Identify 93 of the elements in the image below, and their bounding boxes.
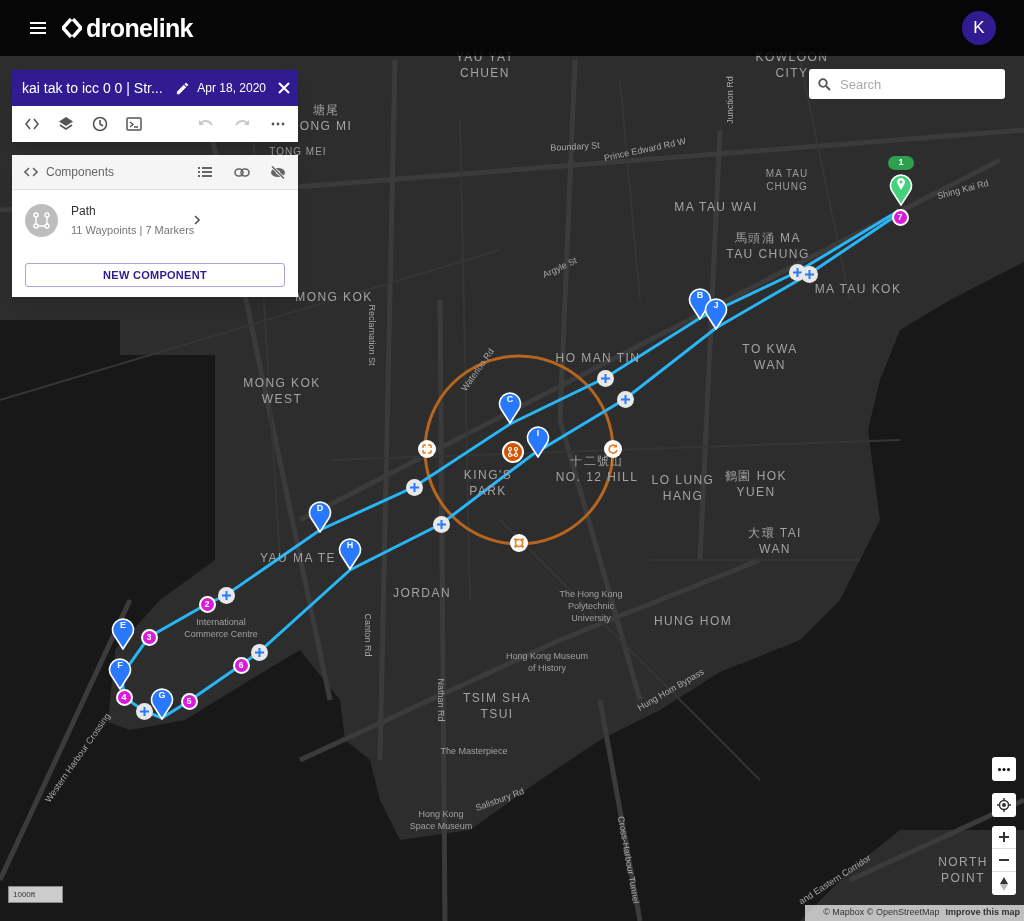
- district-label: TSIM SHA TSUI: [462, 690, 532, 722]
- clock-button[interactable]: [92, 116, 108, 132]
- place-label: Hong Kong Museum of History: [506, 650, 588, 674]
- layers-button[interactable]: [58, 116, 74, 132]
- visibility-off-icon[interactable]: [270, 165, 286, 179]
- target-icon: [997, 798, 1011, 812]
- radius-icon: [513, 537, 525, 549]
- street-label: Shing Kai Rd: [936, 177, 990, 203]
- district-label: MA TAU KOK: [814, 281, 902, 297]
- district-label: MA TAU CHUNG: [765, 167, 809, 193]
- street-label: Junction Rd: [724, 76, 736, 124]
- rotate-icon: [607, 443, 619, 455]
- list-icon[interactable]: [198, 167, 212, 177]
- path-nodes-icon: [507, 446, 519, 458]
- street-label: Boundary St: [550, 140, 600, 154]
- close-icon[interactable]: [278, 82, 290, 94]
- street-label: Prince Edward Rd W: [603, 135, 687, 165]
- plus-icon: [600, 373, 610, 383]
- resize-icon: [421, 443, 433, 455]
- plus-icon: [620, 394, 630, 404]
- logo-icon: [62, 18, 82, 38]
- district-label: NORTH POINT: [938, 854, 988, 886]
- map-pin-marker[interactable]: I: [526, 424, 550, 458]
- link-icon[interactable]: [234, 167, 250, 177]
- user-avatar[interactable]: K: [962, 11, 996, 45]
- scale-bar: 1000ft: [8, 886, 63, 903]
- edit-icon[interactable]: [174, 80, 190, 96]
- street-label: Argyle St: [541, 255, 579, 281]
- path-component-icon: [25, 203, 58, 237]
- code-icon: [24, 116, 40, 132]
- district-label: TONG MEI: [269, 144, 327, 158]
- compass-icon: [1000, 876, 1008, 891]
- district-label: 塘尾 ONG MI: [299, 102, 353, 134]
- place-label: The Masterpiece: [440, 745, 508, 757]
- plus-icon: [436, 519, 446, 529]
- new-component-button[interactable]: NEW COMPONENT: [25, 263, 285, 287]
- attribution-text: © Mapbox © OpenStreetMap: [823, 906, 940, 920]
- logo-text: dronelink: [86, 15, 193, 41]
- district-label: 馬頭涌 MA TAU CHUNG: [726, 230, 810, 262]
- map-pin-marker[interactable]: H: [338, 536, 362, 570]
- place-label: The Hong Kong Polytechnic University: [559, 588, 623, 624]
- plan-date: Apr 18, 2020: [197, 80, 266, 97]
- components-title: Components: [46, 164, 115, 181]
- district-label: MONG KOK WEST: [243, 375, 321, 407]
- map-pin-marker[interactable]: J: [704, 296, 728, 330]
- search-field[interactable]: Search: [809, 69, 1005, 99]
- code-icon: [24, 167, 38, 177]
- street-label: Nathan Rd: [434, 678, 446, 722]
- map-pin-marker[interactable]: E: [111, 616, 135, 650]
- plus-icon: [221, 590, 231, 600]
- start-badge: 1: [888, 156, 914, 170]
- plus-icon: [804, 269, 814, 279]
- street-label: Canton Rd: [361, 613, 373, 657]
- place-label: International Commerce Centre: [184, 616, 258, 640]
- map-pin-marker[interactable]: C: [498, 390, 522, 424]
- more-icon: [998, 767, 1010, 771]
- map-pin-marker[interactable]: D: [308, 499, 332, 533]
- terminal-icon: [126, 116, 142, 132]
- component-item[interactable]: Path 11 Waypoints | 7 Markers: [12, 190, 298, 250]
- map-pin-marker[interactable]: G: [150, 686, 174, 720]
- district-label: MA TAU WAI: [674, 199, 758, 215]
- chevron-right-icon: [194, 215, 201, 225]
- search-icon: [818, 78, 831, 91]
- plus-icon: [792, 267, 802, 277]
- street-label: Cross-Harbour Tunnel: [614, 815, 642, 905]
- plus-icon: [139, 706, 149, 716]
- component-details: 11 Waypoints | 7 Markers: [71, 222, 195, 238]
- district-label: 大環 TAI WAN: [748, 525, 802, 557]
- code-button[interactable]: [24, 116, 40, 132]
- district-label: HUNG HOM: [653, 613, 733, 629]
- plan-title: kai tak to icc 0 0 | Str...: [22, 78, 163, 98]
- layers-icon: [58, 116, 74, 132]
- district-label: JORDAN: [393, 585, 451, 601]
- more-button[interactable]: [992, 757, 1016, 781]
- minus-icon: [999, 859, 1009, 861]
- locate-button[interactable]: [992, 793, 1016, 817]
- plus-icon: [254, 647, 264, 657]
- component-name: Path: [71, 202, 97, 220]
- plus-icon: [999, 832, 1009, 842]
- district-label: 鶴園 HOK YUEN: [725, 468, 787, 500]
- plus-icon: [409, 482, 419, 492]
- terminal-button[interactable]: [126, 116, 142, 132]
- street-label: Reclamation St: [365, 304, 377, 366]
- district-label: LO LUNG HANG: [651, 472, 715, 504]
- map-pin-marker[interactable]: F: [108, 656, 132, 690]
- district-label: HO MAN TIN: [555, 350, 641, 366]
- district-label: TO KWA WAN: [742, 341, 798, 373]
- place-label: Hong Kong Space Museum: [409, 808, 473, 832]
- clock-icon: [92, 116, 108, 132]
- menu-icon[interactable]: [30, 22, 46, 34]
- district-label: YAU YAT CHUEN: [455, 49, 515, 81]
- improve-map-link[interactable]: Improve this map: [945, 906, 1020, 920]
- location-pin-icon[interactable]: [889, 172, 913, 206]
